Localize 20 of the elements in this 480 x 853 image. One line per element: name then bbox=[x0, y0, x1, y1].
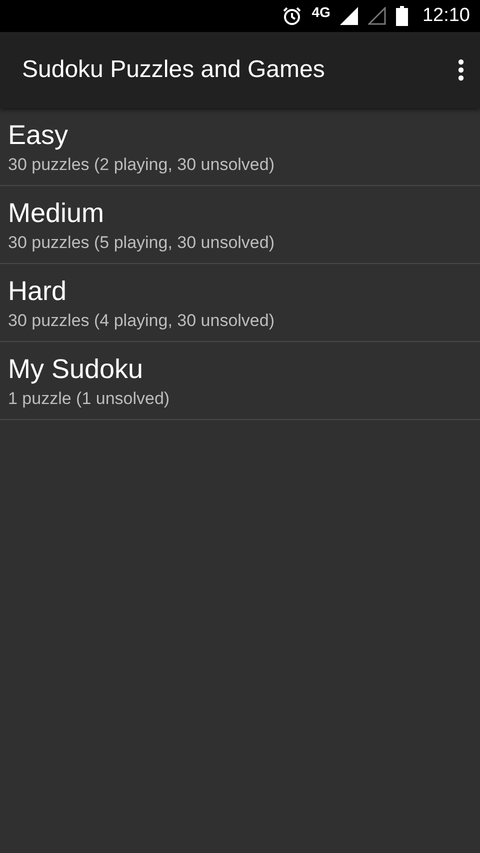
app-title: Sudoku Puzzles and Games bbox=[22, 56, 325, 84]
folder-list-item[interactable]: Hard 30 puzzles (4 playing, 30 unsolved) bbox=[0, 264, 480, 342]
signal-icon bbox=[368, 7, 386, 25]
folder-detail: 30 puzzles (4 playing, 30 unsolved) bbox=[8, 311, 276, 331]
folder-list-item[interactable]: Medium 30 puzzles (5 playing, 30 unsolved) bbox=[0, 186, 480, 264]
folder-name: My Sudoku bbox=[8, 354, 144, 385]
alarm-clock-icon bbox=[282, 6, 302, 26]
folder-list-item[interactable]: My Sudoku 1 puzzle (1 unsolved) bbox=[0, 342, 480, 420]
battery-icon bbox=[396, 6, 408, 26]
folder-name: Easy bbox=[8, 120, 70, 151]
folder-detail: 30 puzzles (5 playing, 30 unsolved) bbox=[8, 233, 276, 253]
signal-icon bbox=[340, 7, 358, 25]
folder-name: Medium bbox=[8, 198, 106, 229]
folder-name: Hard bbox=[8, 276, 68, 307]
folder-list-item[interactable]: Easy 30 puzzles (2 playing, 30 unsolved) bbox=[0, 108, 480, 186]
folder-detail: 1 puzzle (1 unsolved) bbox=[8, 389, 171, 409]
folder-detail: 30 puzzles (2 playing, 30 unsolved) bbox=[8, 155, 276, 175]
network-type: 4G bbox=[312, 4, 330, 20]
clock-time: 12:10 bbox=[422, 5, 470, 27]
menu-icon bbox=[458, 59, 464, 81]
